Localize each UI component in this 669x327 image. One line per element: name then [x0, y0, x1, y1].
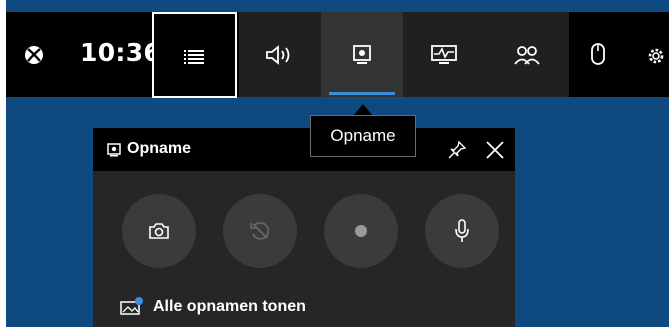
capture-icon: [353, 44, 371, 64]
performance-icon: [431, 44, 457, 64]
show-all-captures-label: Alle opnamen tonen: [153, 298, 306, 315]
camera-icon: [149, 223, 169, 239]
game-bar: 10:36: [6, 12, 669, 98]
topbar-right: [569, 12, 669, 97]
people-icon: [514, 45, 540, 65]
capture-icon: [107, 143, 121, 157]
list-icon: [184, 50, 204, 64]
xbox-icon[interactable]: [24, 45, 44, 65]
speaker-icon: [266, 44, 290, 65]
microphone-button[interactable]: [425, 194, 499, 268]
record-last-icon: [250, 222, 270, 240]
capture-tooltip: Opname: [310, 115, 416, 157]
widget-menu-button[interactable]: [152, 12, 237, 98]
record-button[interactable]: [324, 194, 398, 268]
capture-panel: Opname Alle opnamen tonen: [93, 128, 515, 327]
pin-icon[interactable]: [447, 140, 467, 160]
capture-panel-header[interactable]: Opname: [93, 128, 515, 171]
record-last-button[interactable]: [223, 194, 297, 268]
gallery-icon: [120, 297, 143, 315]
social-widget-button[interactable]: [485, 12, 569, 97]
screenshot-button[interactable]: [122, 194, 196, 268]
gear-icon[interactable]: [645, 45, 667, 67]
active-indicator: [329, 92, 395, 95]
clock: 10:36: [80, 38, 162, 67]
desktop-background: 10:36 Opname Opname Alle opnamen tonen: [6, 0, 669, 327]
panel-title: Opname: [127, 140, 192, 157]
widget-strip: [239, 12, 569, 97]
audio-widget-button[interactable]: [239, 12, 321, 97]
performance-widget-button[interactable]: [403, 12, 485, 97]
close-icon[interactable]: [485, 140, 505, 160]
microphone-icon: [455, 219, 469, 242]
record-dot-icon: [355, 225, 367, 237]
capture-widget-button[interactable]: [321, 12, 403, 97]
mouse-icon[interactable]: [591, 43, 605, 65]
